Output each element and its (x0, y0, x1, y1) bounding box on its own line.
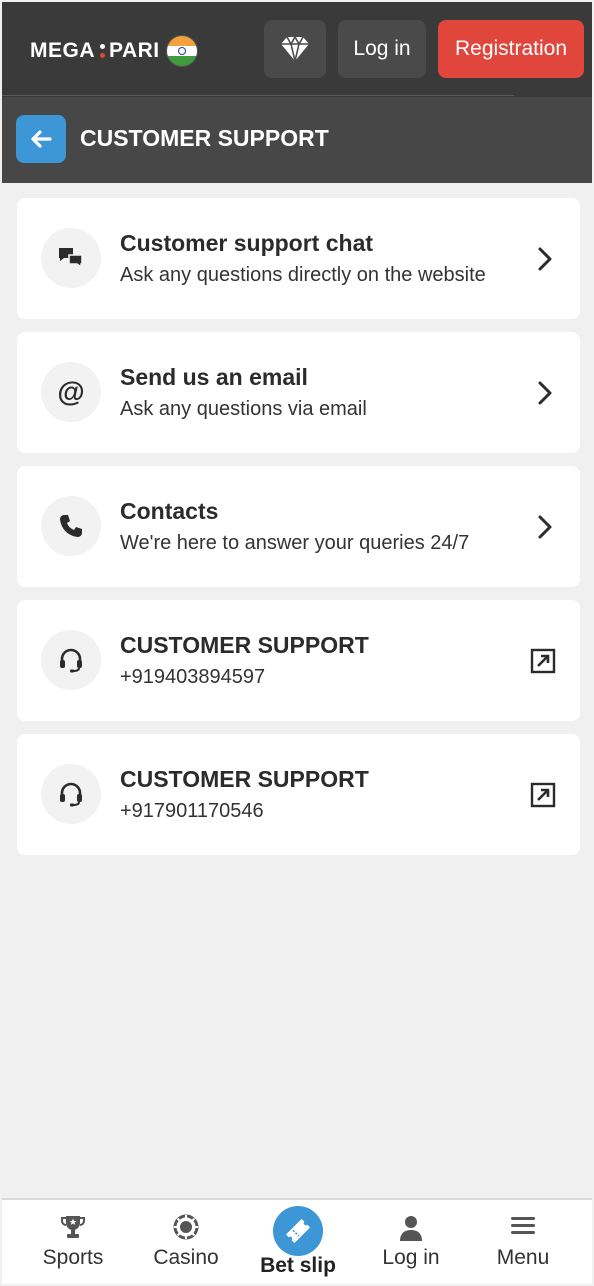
phone-number: +919403894597 (120, 666, 266, 688)
at-icon: @ (41, 362, 101, 422)
external-link-icon (530, 782, 556, 808)
logo-separator (98, 42, 106, 60)
card-title: Send us an email (120, 364, 308, 390)
menu-icon (511, 1217, 535, 1234)
top-header: MEGA PARI Log in Registration (2, 2, 592, 97)
registration-button[interactable]: Registration (438, 20, 584, 78)
headset-icon (41, 630, 101, 690)
header-divider (2, 95, 514, 96)
card-title: CUSTOMER SUPPORT (120, 766, 369, 792)
nav-label: Sports (42, 1246, 104, 1269)
diamond-icon (281, 35, 309, 62)
casino-chip-icon (173, 1214, 199, 1240)
page-title: CUSTOMER SUPPORT (80, 125, 329, 151)
nav-label: Bet slip (260, 1254, 336, 1277)
nav-label: Log in (382, 1246, 440, 1269)
card-title: Contacts (120, 498, 219, 524)
nav-menu[interactable]: Menu (468, 1200, 578, 1286)
card-subtitle: We're here to answer your queries 24/7 (120, 532, 470, 554)
card-title: CUSTOMER SUPPORT (120, 632, 369, 658)
nav-label: Menu (496, 1246, 550, 1269)
arrow-left-icon (31, 130, 52, 148)
chat-icon (41, 228, 101, 288)
headset-icon (41, 764, 101, 824)
external-link-icon (530, 648, 556, 674)
email-card[interactable]: @ Send us an email Ask any questions via… (17, 332, 580, 453)
chevron-right-icon (538, 247, 552, 271)
user-icon (400, 1216, 422, 1241)
back-button[interactable] (16, 115, 66, 163)
support-phone-card[interactable]: CUSTOMER SUPPORT +917901170546 (17, 734, 580, 855)
megapari-logo[interactable]: MEGA PARI (30, 35, 198, 67)
nav-label: Casino (153, 1246, 219, 1269)
logo-text-right: PARI (109, 39, 160, 62)
header-login-button[interactable]: Log in (338, 20, 426, 78)
support-options-list: Customer support chat Ask any questions … (17, 198, 580, 868)
support-chat-card[interactable]: Customer support chat Ask any questions … (17, 198, 580, 319)
ticket-icon (285, 1218, 311, 1244)
support-phone-card[interactable]: CUSTOMER SUPPORT +919403894597 (17, 600, 580, 721)
logo-text-left: MEGA (30, 39, 95, 62)
chevron-right-icon (538, 381, 552, 405)
vip-diamond-button[interactable] (264, 20, 326, 78)
section-header: CUSTOMER SUPPORT (2, 97, 592, 183)
contacts-card[interactable]: Contacts We're here to answer your queri… (17, 466, 580, 587)
nav-sports[interactable]: Sports (18, 1200, 128, 1286)
bottom-navigation: Sports Casino Bet slip Log in Menu (2, 1198, 592, 1284)
india-flag-icon (165, 35, 198, 67)
chevron-right-icon (538, 515, 552, 539)
trophy-icon (61, 1216, 85, 1238)
nav-login[interactable]: Log in (356, 1200, 466, 1286)
card-subtitle: Ask any questions directly on the websit… (120, 264, 486, 286)
card-title: Customer support chat (120, 230, 374, 256)
nav-bet-slip[interactable]: Bet slip (243, 1200, 353, 1286)
card-subtitle: Ask any questions via email (120, 398, 367, 420)
nav-casino[interactable]: Casino (131, 1200, 241, 1286)
phone-number: +917901170546 (120, 800, 264, 822)
phone-icon (41, 496, 101, 556)
